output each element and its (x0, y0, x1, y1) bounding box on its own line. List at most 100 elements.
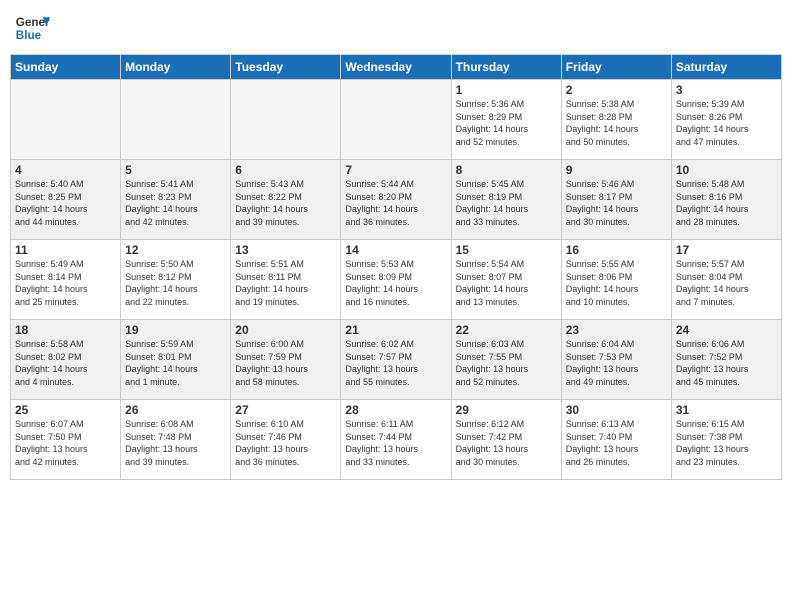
day-info: Sunrise: 5:36 AM Sunset: 8:29 PM Dayligh… (456, 98, 557, 148)
day-number: 30 (566, 403, 667, 417)
day-info: Sunrise: 5:38 AM Sunset: 8:28 PM Dayligh… (566, 98, 667, 148)
day-info: Sunrise: 6:04 AM Sunset: 7:53 PM Dayligh… (566, 338, 667, 388)
day-number: 29 (456, 403, 557, 417)
day-info: Sunrise: 6:08 AM Sunset: 7:48 PM Dayligh… (125, 418, 226, 468)
day-info: Sunrise: 5:53 AM Sunset: 8:09 PM Dayligh… (345, 258, 446, 308)
day-info: Sunrise: 6:00 AM Sunset: 7:59 PM Dayligh… (235, 338, 336, 388)
calendar-cell: 12Sunrise: 5:50 AM Sunset: 8:12 PM Dayli… (121, 240, 231, 320)
calendar-cell: 1Sunrise: 5:36 AM Sunset: 8:29 PM Daylig… (451, 80, 561, 160)
day-info: Sunrise: 6:03 AM Sunset: 7:55 PM Dayligh… (456, 338, 557, 388)
calendar-cell: 13Sunrise: 5:51 AM Sunset: 8:11 PM Dayli… (231, 240, 341, 320)
day-number: 27 (235, 403, 336, 417)
week-row-1: 1Sunrise: 5:36 AM Sunset: 8:29 PM Daylig… (11, 80, 782, 160)
calendar-cell: 24Sunrise: 6:06 AM Sunset: 7:52 PM Dayli… (671, 320, 781, 400)
day-number: 9 (566, 163, 667, 177)
day-number: 7 (345, 163, 446, 177)
calendar-cell: 30Sunrise: 6:13 AM Sunset: 7:40 PM Dayli… (561, 400, 671, 480)
day-number: 18 (15, 323, 116, 337)
day-info: Sunrise: 6:02 AM Sunset: 7:57 PM Dayligh… (345, 338, 446, 388)
day-info: Sunrise: 5:43 AM Sunset: 8:22 PM Dayligh… (235, 178, 336, 228)
svg-text:Blue: Blue (16, 29, 42, 42)
day-info: Sunrise: 6:11 AM Sunset: 7:44 PM Dayligh… (345, 418, 446, 468)
day-info: Sunrise: 5:45 AM Sunset: 8:19 PM Dayligh… (456, 178, 557, 228)
calendar-cell: 17Sunrise: 5:57 AM Sunset: 8:04 PM Dayli… (671, 240, 781, 320)
calendar-cell: 20Sunrise: 6:00 AM Sunset: 7:59 PM Dayli… (231, 320, 341, 400)
calendar-cell: 29Sunrise: 6:12 AM Sunset: 7:42 PM Dayli… (451, 400, 561, 480)
day-number: 28 (345, 403, 446, 417)
day-number: 19 (125, 323, 226, 337)
day-number: 8 (456, 163, 557, 177)
day-number: 16 (566, 243, 667, 257)
day-number: 13 (235, 243, 336, 257)
day-info: Sunrise: 5:55 AM Sunset: 8:06 PM Dayligh… (566, 258, 667, 308)
weekday-header-saturday: Saturday (671, 55, 781, 80)
calendar-cell: 6Sunrise: 5:43 AM Sunset: 8:22 PM Daylig… (231, 160, 341, 240)
day-number: 25 (15, 403, 116, 417)
weekday-header-sunday: Sunday (11, 55, 121, 80)
calendar-table: SundayMondayTuesdayWednesdayThursdayFrid… (10, 54, 782, 480)
day-info: Sunrise: 6:07 AM Sunset: 7:50 PM Dayligh… (15, 418, 116, 468)
day-number: 20 (235, 323, 336, 337)
week-row-3: 11Sunrise: 5:49 AM Sunset: 8:14 PM Dayli… (11, 240, 782, 320)
day-number: 1 (456, 83, 557, 97)
day-number: 11 (15, 243, 116, 257)
logo: General Blue (14, 10, 50, 46)
calendar-cell: 11Sunrise: 5:49 AM Sunset: 8:14 PM Dayli… (11, 240, 121, 320)
calendar-cell (341, 80, 451, 160)
day-number: 3 (676, 83, 777, 97)
calendar-cell: 27Sunrise: 6:10 AM Sunset: 7:46 PM Dayli… (231, 400, 341, 480)
day-info: Sunrise: 6:15 AM Sunset: 7:38 PM Dayligh… (676, 418, 777, 468)
day-info: Sunrise: 5:50 AM Sunset: 8:12 PM Dayligh… (125, 258, 226, 308)
day-info: Sunrise: 5:40 AM Sunset: 8:25 PM Dayligh… (15, 178, 116, 228)
calendar-cell: 5Sunrise: 5:41 AM Sunset: 8:23 PM Daylig… (121, 160, 231, 240)
calendar-cell: 25Sunrise: 6:07 AM Sunset: 7:50 PM Dayli… (11, 400, 121, 480)
calendar-cell: 7Sunrise: 5:44 AM Sunset: 8:20 PM Daylig… (341, 160, 451, 240)
calendar-cell: 4Sunrise: 5:40 AM Sunset: 8:25 PM Daylig… (11, 160, 121, 240)
week-row-5: 25Sunrise: 6:07 AM Sunset: 7:50 PM Dayli… (11, 400, 782, 480)
calendar-cell: 3Sunrise: 5:39 AM Sunset: 8:26 PM Daylig… (671, 80, 781, 160)
day-info: Sunrise: 5:41 AM Sunset: 8:23 PM Dayligh… (125, 178, 226, 228)
week-row-2: 4Sunrise: 5:40 AM Sunset: 8:25 PM Daylig… (11, 160, 782, 240)
day-info: Sunrise: 5:51 AM Sunset: 8:11 PM Dayligh… (235, 258, 336, 308)
day-info: Sunrise: 5:48 AM Sunset: 8:16 PM Dayligh… (676, 178, 777, 228)
day-number: 24 (676, 323, 777, 337)
calendar-cell (231, 80, 341, 160)
day-number: 26 (125, 403, 226, 417)
day-number: 23 (566, 323, 667, 337)
calendar-cell: 23Sunrise: 6:04 AM Sunset: 7:53 PM Dayli… (561, 320, 671, 400)
weekday-header-row: SundayMondayTuesdayWednesdayThursdayFrid… (11, 55, 782, 80)
day-info: Sunrise: 6:12 AM Sunset: 7:42 PM Dayligh… (456, 418, 557, 468)
day-number: 17 (676, 243, 777, 257)
calendar-cell (11, 80, 121, 160)
calendar-cell: 9Sunrise: 5:46 AM Sunset: 8:17 PM Daylig… (561, 160, 671, 240)
calendar-cell: 26Sunrise: 6:08 AM Sunset: 7:48 PM Dayli… (121, 400, 231, 480)
calendar-cell: 22Sunrise: 6:03 AM Sunset: 7:55 PM Dayli… (451, 320, 561, 400)
day-info: Sunrise: 5:54 AM Sunset: 8:07 PM Dayligh… (456, 258, 557, 308)
calendar-cell: 18Sunrise: 5:58 AM Sunset: 8:02 PM Dayli… (11, 320, 121, 400)
calendar-cell: 28Sunrise: 6:11 AM Sunset: 7:44 PM Dayli… (341, 400, 451, 480)
calendar-cell: 2Sunrise: 5:38 AM Sunset: 8:28 PM Daylig… (561, 80, 671, 160)
week-row-4: 18Sunrise: 5:58 AM Sunset: 8:02 PM Dayli… (11, 320, 782, 400)
day-number: 12 (125, 243, 226, 257)
day-info: Sunrise: 5:57 AM Sunset: 8:04 PM Dayligh… (676, 258, 777, 308)
calendar-cell: 16Sunrise: 5:55 AM Sunset: 8:06 PM Dayli… (561, 240, 671, 320)
day-number: 10 (676, 163, 777, 177)
day-info: Sunrise: 5:59 AM Sunset: 8:01 PM Dayligh… (125, 338, 226, 388)
weekday-header-wednesday: Wednesday (341, 55, 451, 80)
calendar-cell: 19Sunrise: 5:59 AM Sunset: 8:01 PM Dayli… (121, 320, 231, 400)
calendar-cell: 15Sunrise: 5:54 AM Sunset: 8:07 PM Dayli… (451, 240, 561, 320)
day-info: Sunrise: 6:10 AM Sunset: 7:46 PM Dayligh… (235, 418, 336, 468)
day-number: 2 (566, 83, 667, 97)
logo-icon: General Blue (14, 10, 50, 46)
weekday-header-thursday: Thursday (451, 55, 561, 80)
day-info: Sunrise: 6:06 AM Sunset: 7:52 PM Dayligh… (676, 338, 777, 388)
weekday-header-friday: Friday (561, 55, 671, 80)
calendar-cell: 21Sunrise: 6:02 AM Sunset: 7:57 PM Dayli… (341, 320, 451, 400)
calendar-cell: 10Sunrise: 5:48 AM Sunset: 8:16 PM Dayli… (671, 160, 781, 240)
day-info: Sunrise: 5:44 AM Sunset: 8:20 PM Dayligh… (345, 178, 446, 228)
day-number: 14 (345, 243, 446, 257)
page-header: General Blue (10, 10, 782, 46)
day-number: 31 (676, 403, 777, 417)
calendar-cell: 8Sunrise: 5:45 AM Sunset: 8:19 PM Daylig… (451, 160, 561, 240)
day-number: 21 (345, 323, 446, 337)
